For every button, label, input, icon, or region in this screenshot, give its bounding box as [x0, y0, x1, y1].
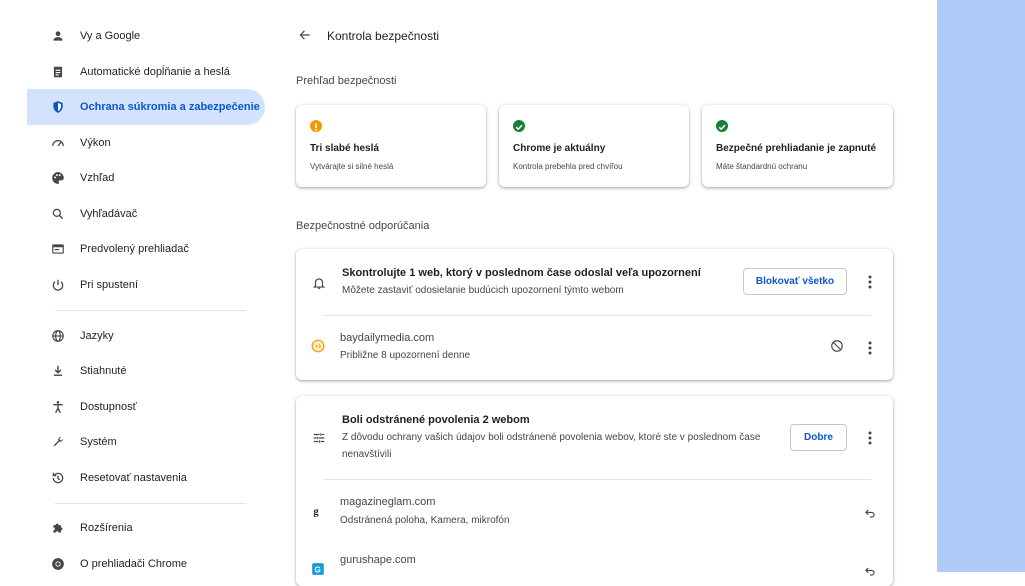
site-favicon-icon: G: [310, 561, 326, 577]
card-subtitle: Môžete zastaviť odosielanie budúcich upo…: [342, 285, 624, 296]
sidebar-item-accessibility[interactable]: Dostupnosť: [27, 389, 265, 425]
wrench-icon: [50, 434, 66, 450]
accessibility-icon: [50, 399, 66, 415]
overview-title: Prehľad bezpečnosti: [296, 75, 397, 87]
puzzle-icon: [50, 520, 66, 536]
card-subtitle: Z dôvodu ochrany vašich údajov boli odst…: [342, 432, 761, 460]
download-icon: [50, 363, 66, 379]
browser-icon: [50, 241, 66, 257]
chrome-icon: [50, 556, 66, 572]
svg-text:G: G: [315, 566, 321, 575]
speedometer-icon: [50, 135, 66, 151]
sidebar-item-downloads[interactable]: Stiahnuté: [27, 353, 265, 389]
card-title: Boli odstránené povolenia 2 webom: [342, 414, 530, 426]
sidebar-item-label: Vy a Google: [80, 30, 141, 42]
site-detail: Odstránená poloha, Kamera, mikrofón: [340, 515, 510, 526]
person-icon: [50, 28, 66, 44]
sidebar-item-label: Dostupnosť: [80, 401, 137, 413]
svg-text:g: g: [313, 507, 319, 518]
undo-icon[interactable]: [862, 563, 878, 579]
sidebar-item-label: Resetovať nastavenia: [80, 472, 187, 484]
clipboard-icon: [50, 64, 66, 80]
card-divider: [324, 479, 871, 480]
sidebar-item-on-startup[interactable]: Pri spustení: [27, 267, 265, 303]
sidebar-item-extensions[interactable]: Rozšírenia: [27, 510, 265, 546]
sidebar-item-label: Vyhľadávač: [80, 208, 138, 220]
sidebar-item-label: Ochrana súkromia a zabezpečenie: [80, 101, 260, 113]
tile-title: Tri slabé heslá: [310, 143, 379, 154]
bell-icon: [311, 275, 327, 291]
site-favicon-icon: g: [310, 503, 326, 519]
sidebar-item-label: O prehliadači Chrome: [80, 558, 187, 570]
block-all-button[interactable]: Blokovať všetko: [743, 268, 847, 295]
sidebar-divider: [55, 310, 246, 311]
tile-subtitle: Máte štandardnú ochranu: [716, 162, 808, 171]
sidebar-item-reset-settings[interactable]: Resetovať nastavenia: [27, 460, 265, 496]
ok-button[interactable]: Dobre: [790, 424, 847, 451]
warning-icon: [310, 120, 322, 132]
sidebar-item-label: Automatické dopĺňanie a heslá: [80, 66, 230, 78]
sidebar-item-appearance[interactable]: Vzhľad: [27, 160, 265, 196]
site-name: gurushape.com: [340, 554, 416, 566]
site-detail: Približne 8 upozornení denne: [340, 350, 471, 361]
shield-icon: [50, 99, 66, 115]
site-name: baydailymedia.com: [340, 332, 435, 344]
globe-icon: [50, 328, 66, 344]
sidebar-item-label: Vzhľad: [80, 172, 115, 184]
sidebar-item-about-chrome[interactable]: O prehliadači Chrome: [27, 546, 265, 582]
sidebar-item-label: Stiahnuté: [80, 365, 127, 377]
sidebar-item-default-browser[interactable]: Predvolený prehliadač: [27, 231, 265, 267]
palette-icon: [50, 170, 66, 186]
sidebar-item-label: Rozšírenia: [80, 522, 133, 534]
search-icon: [50, 206, 66, 222]
page-title: Kontrola bezpečnosti: [327, 29, 440, 43]
back-arrow-icon[interactable]: [298, 28, 314, 44]
history-icon: [50, 470, 66, 486]
check-circle-icon: [716, 120, 728, 132]
sidebar-item-system[interactable]: Systém: [27, 424, 265, 460]
sidebar-item-label: Pri spustení: [80, 279, 139, 291]
site-favicon-icon: [310, 338, 326, 354]
sidebar-item-search-engine[interactable]: Vyhľadávač: [27, 196, 265, 232]
sidebar-item-autofill[interactable]: Automatické dopĺňanie a heslá: [27, 54, 265, 90]
card-title: Skontrolujte 1 web, ktorý v poslednom ča…: [342, 267, 701, 279]
power-icon: [50, 277, 66, 293]
card-divider: [324, 315, 871, 316]
tile-subtitle: Kontrola prebehla pred chvíľou: [513, 162, 623, 171]
sidebar-item-label: Jazyky: [80, 330, 114, 342]
block-icon[interactable]: [829, 338, 845, 354]
sidebar-item-label: Výkon: [80, 137, 111, 149]
notifications-review-card: Skontrolujte 1 web, ktorý v poslednom ča…: [296, 249, 893, 380]
chrome-updated-tile[interactable]: Chrome je aktuálny Kontrola prebehla pre…: [499, 105, 689, 187]
sidebar-divider: [55, 503, 246, 504]
site-name: magazineglam.com: [340, 496, 436, 508]
sidebar-item-privacy-security[interactable]: Ochrana súkromia a zabezpečenie: [27, 89, 265, 125]
check-circle-icon: [513, 120, 525, 132]
tune-icon: [311, 430, 327, 446]
revoked-permissions-card: Boli odstránené povolenia 2 webom Z dôvo…: [296, 396, 893, 586]
tile-title: Bezpečné prehliadanie je zapnuté: [716, 143, 877, 154]
sidebar-item-label: Systém: [80, 436, 117, 448]
main-content: Kontrola bezpečnosti Prehľad bezpečnosti…: [280, 0, 937, 586]
safe-browsing-tile[interactable]: Bezpečné prehliadanie je zapnuté Máte št…: [702, 105, 893, 187]
tile-title: Chrome je aktuálny: [513, 143, 606, 154]
sidebar-item-label: Predvolený prehliadač: [80, 243, 189, 255]
side-panel: [937, 0, 1025, 572]
weak-passwords-tile[interactable]: Tri slabé heslá Vytvárajte si silné hesl…: [296, 105, 486, 187]
more-vert-icon[interactable]: [863, 340, 877, 356]
more-vert-icon[interactable]: [863, 274, 877, 290]
recommendations-title: Bezpečnostné odporúčania: [296, 220, 430, 232]
undo-icon[interactable]: [862, 505, 878, 521]
more-vert-icon[interactable]: [863, 430, 877, 446]
sidebar-item-you-and-google[interactable]: Vy a Google: [27, 18, 265, 54]
sidebar-item-performance[interactable]: Výkon: [27, 125, 265, 161]
settings-sidebar: Vy a Google Automatické dopĺňanie a hesl…: [0, 0, 280, 572]
sidebar-item-languages[interactable]: Jazyky: [27, 318, 265, 354]
tile-subtitle: Vytvárajte si silné heslá: [310, 162, 394, 171]
